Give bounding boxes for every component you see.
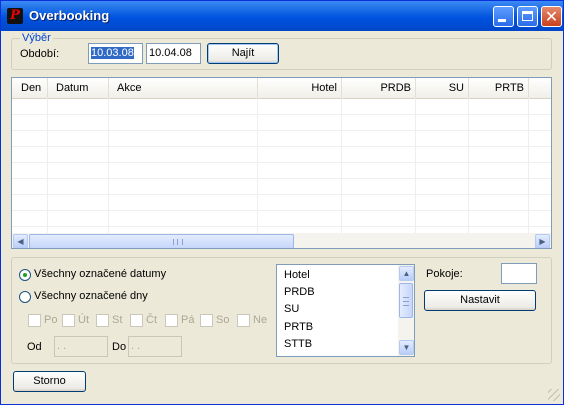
chevron-right-icon: ▶: [539, 237, 546, 246]
maximize-button[interactable]: [517, 6, 538, 27]
checkbox-ut[interactable]: [62, 314, 75, 327]
title-bar[interactable]: P Overbooking ✕: [1, 1, 563, 31]
table-header: Den Datum Akce Hotel PRDB SU PRTB: [12, 78, 551, 99]
minimize-icon: [498, 19, 506, 22]
checkbox-ne-label: Ne: [253, 314, 268, 326]
column-header-den[interactable]: Den: [12, 78, 48, 98]
chevron-up-icon: ▲: [402, 269, 411, 278]
checkbox-so[interactable]: [200, 314, 213, 327]
radio-all-dates[interactable]: [19, 269, 31, 281]
list-item[interactable]: Hotel: [284, 269, 310, 281]
checkbox-pa[interactable]: [165, 314, 178, 327]
column-header-prtb[interactable]: PRTB: [469, 78, 529, 98]
overbooking-window: P Overbooking ✕ Výběr Období: 10.03.08 1…: [0, 0, 564, 405]
column-header-su[interactable]: SU: [416, 78, 469, 98]
window-title: Overbooking: [29, 8, 110, 23]
set-button[interactable]: Nastavit: [424, 290, 536, 311]
checkbox-so-label: So: [216, 314, 230, 326]
od-label: Od: [27, 341, 42, 353]
resize-grip-icon[interactable]: [548, 389, 560, 401]
list-item[interactable]: PRDB: [284, 286, 315, 298]
close-button[interactable]: ✕: [541, 6, 562, 27]
room-type-listbox[interactable]: Hotel PRDB SU PRTB STTB ▲ ▼: [276, 264, 415, 357]
scroll-right-button[interactable]: ▶: [535, 234, 550, 248]
chevron-left-icon: ◀: [17, 237, 24, 246]
list-item[interactable]: PRTB: [284, 321, 313, 333]
do-input[interactable]: . .: [128, 336, 182, 357]
minimize-button[interactable]: [493, 6, 514, 27]
rooms-input[interactable]: [501, 263, 537, 284]
scroll-down-button[interactable]: ▼: [399, 340, 414, 355]
date-to-input[interactable]: 10.04.08: [146, 43, 201, 64]
checkbox-ct-label: Čt: [146, 314, 157, 326]
rooms-label: Pokoje:: [426, 268, 463, 280]
checkbox-ne[interactable]: [237, 314, 250, 327]
od-input[interactable]: . .: [54, 336, 108, 357]
radio-all-days-label[interactable]: Všechny označené dny: [34, 290, 148, 302]
checkbox-ut-label: Út: [78, 314, 89, 326]
horizontal-scroll-thumb[interactable]: [29, 234, 294, 248]
radio-selected-dot: [23, 273, 27, 277]
list-item[interactable]: STTB: [284, 338, 312, 350]
find-button[interactable]: Najít: [207, 43, 279, 64]
column-header-datum[interactable]: Datum: [48, 78, 109, 98]
scroll-left-button[interactable]: ◀: [13, 234, 28, 248]
chevron-down-icon: ▼: [402, 343, 411, 352]
checkbox-ct[interactable]: [130, 314, 143, 327]
app-logo-icon: P: [7, 8, 23, 24]
vertical-scroll-thumb[interactable]: [399, 283, 413, 318]
checkbox-st[interactable]: [96, 314, 109, 327]
scroll-up-button[interactable]: ▲: [399, 266, 414, 281]
column-header-akce[interactable]: Akce: [109, 78, 258, 98]
maximize-icon: [522, 11, 533, 21]
table-horizontal-scrollbar[interactable]: ◀ ▶: [12, 233, 551, 248]
filter-group-legend: Výběr: [20, 32, 53, 44]
date-from-input[interactable]: 10.03.08: [88, 43, 143, 64]
grip-icon: [173, 239, 183, 245]
radio-all-dates-label[interactable]: Všechny označené datumy: [34, 268, 166, 280]
overbooking-table[interactable]: Den Datum Akce Hotel PRDB SU PRTB ◀ ▶: [11, 77, 552, 249]
listbox-vertical-scrollbar[interactable]: ▲ ▼: [398, 265, 414, 356]
column-header-prdb[interactable]: PRDB: [342, 78, 416, 98]
date-from-value: 10.03.08: [91, 47, 134, 59]
radio-all-days[interactable]: [19, 291, 31, 303]
checkbox-po[interactable]: [28, 314, 41, 327]
checkbox-pa-label: Pá: [181, 314, 195, 326]
checkbox-st-label: St: [112, 314, 123, 326]
period-label: Období:: [20, 48, 60, 60]
cancel-button[interactable]: Storno: [13, 371, 86, 392]
grip-icon: [403, 297, 409, 306]
checkbox-po-label: Po: [44, 314, 58, 326]
do-label: Do: [112, 341, 127, 353]
close-icon: ✕: [544, 7, 559, 26]
column-header-hotel[interactable]: Hotel: [258, 78, 342, 98]
list-item[interactable]: SU: [284, 303, 299, 315]
